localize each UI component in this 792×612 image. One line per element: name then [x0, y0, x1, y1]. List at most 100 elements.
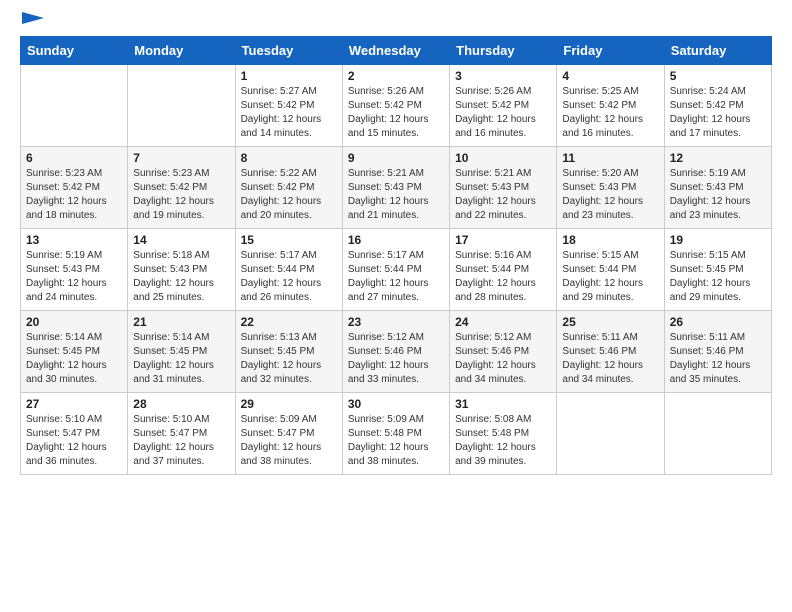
day-info: Sunrise: 5:17 AM Sunset: 5:44 PM Dayligh…	[348, 249, 444, 305]
calendar-cell: 11 Sunrise: 5:20 AM Sunset: 5:43 PM Dayli…	[557, 147, 664, 229]
day-info: Sunrise: 5:19 AM Sunset: 5:43 PM Dayligh…	[26, 249, 122, 305]
day-info: Sunrise: 5:18 AM Sunset: 5:43 PM Dayligh…	[133, 249, 229, 305]
day-number: 10	[455, 151, 551, 165]
day-number: 25	[562, 315, 658, 329]
day-number: 9	[348, 151, 444, 165]
calendar-cell	[557, 393, 664, 475]
day-number: 13	[26, 233, 122, 247]
calendar-cell	[21, 65, 128, 147]
day-number: 31	[455, 397, 551, 411]
calendar-cell: 14Sunrise: 5:18 AM Sunset: 5:43 PM Dayli…	[128, 229, 235, 311]
day-info: Sunrise: 5:10 AM Sunset: 5:47 PM Dayligh…	[26, 413, 122, 469]
day-info: Sunrise: 5:25 AM Sunset: 5:42 PM Dayligh…	[562, 85, 658, 141]
day-number: 30	[348, 397, 444, 411]
calendar-table: SundayMondayTuesdayWednesdayThursdayFrid…	[20, 36, 772, 475]
day-number: 28	[133, 397, 229, 411]
day-info: Sunrise: 5:13 AM Sunset: 5:45 PM Dayligh…	[241, 331, 337, 387]
day-info: Sunrise: 5:15 AM Sunset: 5:44 PM Dayligh…	[562, 249, 658, 305]
day-info: Sunrise: 5:09 AM Sunset: 5:48 PM Dayligh…	[348, 413, 444, 469]
day-number: 27	[26, 397, 122, 411]
logo-flag-icon	[22, 12, 44, 30]
weekday-header-friday: Friday	[557, 37, 664, 65]
calendar-cell: 20Sunrise: 5:14 AM Sunset: 5:45 PM Dayli…	[21, 311, 128, 393]
calendar-cell: 8 Sunrise: 5:22 AM Sunset: 5:42 PM Daylig…	[235, 147, 342, 229]
day-number: 21	[133, 315, 229, 329]
day-number: 6	[26, 151, 122, 165]
day-number: 29	[241, 397, 337, 411]
calendar-week-row: 27 Sunrise: 5:10 AM Sunset: 5:47 PM Dayli…	[21, 393, 772, 475]
weekday-header-tuesday: Tuesday	[235, 37, 342, 65]
day-number: 2	[348, 69, 444, 83]
logo	[20, 16, 44, 24]
day-info: Sunrise: 5:12 AM Sunset: 5:46 PM Dayligh…	[455, 331, 551, 387]
day-info: Sunrise: 5:26 AM Sunset: 5:42 PM Dayligh…	[348, 85, 444, 141]
day-info: Sunrise: 5:21 AM Sunset: 5:43 PM Dayligh…	[455, 167, 551, 223]
calendar-cell: 2 Sunrise: 5:26 AM Sunset: 5:42 PM Daylig…	[342, 65, 449, 147]
calendar-cell	[128, 65, 235, 147]
calendar-cell: 3 Sunrise: 5:26 AM Sunset: 5:42 PM Daylig…	[450, 65, 557, 147]
day-number: 15	[241, 233, 337, 247]
weekday-header-sunday: Sunday	[21, 37, 128, 65]
day-number: 22	[241, 315, 337, 329]
calendar-cell: 28 Sunrise: 5:10 AM Sunset: 5:47 PM Dayli…	[128, 393, 235, 475]
day-info: Sunrise: 5:20 AM Sunset: 5:43 PM Dayligh…	[562, 167, 658, 223]
day-number: 18	[562, 233, 658, 247]
day-info: Sunrise: 5:09 AM Sunset: 5:47 PM Dayligh…	[241, 413, 337, 469]
day-info: Sunrise: 5:22 AM Sunset: 5:42 PM Dayligh…	[241, 167, 337, 223]
page-container: SundayMondayTuesdayWednesdayThursdayFrid…	[0, 0, 792, 485]
day-number: 17	[455, 233, 551, 247]
day-info: Sunrise: 5:12 AM Sunset: 5:46 PM Dayligh…	[348, 331, 444, 387]
day-number: 26	[670, 315, 766, 329]
weekday-header-saturday: Saturday	[664, 37, 771, 65]
calendar-cell: 29 Sunrise: 5:09 AM Sunset: 5:47 PM Dayli…	[235, 393, 342, 475]
day-info: Sunrise: 5:11 AM Sunset: 5:46 PM Dayligh…	[670, 331, 766, 387]
calendar-week-row: 13 Sunrise: 5:19 AM Sunset: 5:43 PM Dayli…	[21, 229, 772, 311]
calendar-cell: 5Sunrise: 5:24 AM Sunset: 5:42 PM Daylig…	[664, 65, 771, 147]
calendar-cell: 31 Sunrise: 5:08 AM Sunset: 5:48 PM Dayli…	[450, 393, 557, 475]
calendar-cell: 24Sunrise: 5:12 AM Sunset: 5:46 PM Dayli…	[450, 311, 557, 393]
calendar-cell: 6Sunrise: 5:23 AM Sunset: 5:42 PM Daylig…	[21, 147, 128, 229]
weekday-header-wednesday: Wednesday	[342, 37, 449, 65]
day-number: 11	[562, 151, 658, 165]
calendar-cell: 13 Sunrise: 5:19 AM Sunset: 5:43 PM Dayli…	[21, 229, 128, 311]
calendar-cell: 15 Sunrise: 5:17 AM Sunset: 5:44 PM Dayli…	[235, 229, 342, 311]
day-number: 19	[670, 233, 766, 247]
weekday-header-row: SundayMondayTuesdayWednesdayThursdayFrid…	[21, 37, 772, 65]
day-info: Sunrise: 5:10 AM Sunset: 5:47 PM Dayligh…	[133, 413, 229, 469]
calendar-cell: 17Sunrise: 5:16 AM Sunset: 5:44 PM Dayli…	[450, 229, 557, 311]
calendar-cell: 25 Sunrise: 5:11 AM Sunset: 5:46 PM Dayli…	[557, 311, 664, 393]
day-info: Sunrise: 5:21 AM Sunset: 5:43 PM Dayligh…	[348, 167, 444, 223]
day-info: Sunrise: 5:15 AM Sunset: 5:45 PM Dayligh…	[670, 249, 766, 305]
day-number: 8	[241, 151, 337, 165]
calendar-week-row: 1Sunrise: 5:27 AM Sunset: 5:42 PM Daylig…	[21, 65, 772, 147]
day-info: Sunrise: 5:14 AM Sunset: 5:45 PM Dayligh…	[26, 331, 122, 387]
day-info: Sunrise: 5:19 AM Sunset: 5:43 PM Dayligh…	[670, 167, 766, 223]
calendar-cell: 7 Sunrise: 5:23 AM Sunset: 5:42 PM Daylig…	[128, 147, 235, 229]
header	[20, 16, 772, 24]
calendar-cell: 22 Sunrise: 5:13 AM Sunset: 5:45 PM Dayli…	[235, 311, 342, 393]
day-number: 23	[348, 315, 444, 329]
calendar-cell: 9 Sunrise: 5:21 AM Sunset: 5:43 PM Daylig…	[342, 147, 449, 229]
calendar-cell	[664, 393, 771, 475]
day-info: Sunrise: 5:11 AM Sunset: 5:46 PM Dayligh…	[562, 331, 658, 387]
day-number: 7	[133, 151, 229, 165]
calendar-cell: 18 Sunrise: 5:15 AM Sunset: 5:44 PM Dayli…	[557, 229, 664, 311]
day-info: Sunrise: 5:17 AM Sunset: 5:44 PM Dayligh…	[241, 249, 337, 305]
day-info: Sunrise: 5:24 AM Sunset: 5:42 PM Dayligh…	[670, 85, 766, 141]
day-number: 12	[670, 151, 766, 165]
day-info: Sunrise: 5:08 AM Sunset: 5:48 PM Dayligh…	[455, 413, 551, 469]
calendar-cell: 12 Sunrise: 5:19 AM Sunset: 5:43 PM Dayli…	[664, 147, 771, 229]
day-number: 16	[348, 233, 444, 247]
calendar-cell: 19 Sunrise: 5:15 AM Sunset: 5:45 PM Dayli…	[664, 229, 771, 311]
day-number: 4	[562, 69, 658, 83]
calendar-cell: 27 Sunrise: 5:10 AM Sunset: 5:47 PM Dayli…	[21, 393, 128, 475]
day-info: Sunrise: 5:23 AM Sunset: 5:42 PM Dayligh…	[133, 167, 229, 223]
day-info: Sunrise: 5:26 AM Sunset: 5:42 PM Dayligh…	[455, 85, 551, 141]
calendar-cell: 10 Sunrise: 5:21 AM Sunset: 5:43 PM Dayli…	[450, 147, 557, 229]
calendar-cell: 16 Sunrise: 5:17 AM Sunset: 5:44 PM Dayli…	[342, 229, 449, 311]
calendar-cell: 4 Sunrise: 5:25 AM Sunset: 5:42 PM Daylig…	[557, 65, 664, 147]
day-info: Sunrise: 5:27 AM Sunset: 5:42 PM Dayligh…	[241, 85, 337, 141]
weekday-header-thursday: Thursday	[450, 37, 557, 65]
calendar-week-row: 6 Sunrise: 5:23 AM Sunset: 5:42 PM Daylig…	[21, 147, 772, 229]
day-number: 3	[455, 69, 551, 83]
